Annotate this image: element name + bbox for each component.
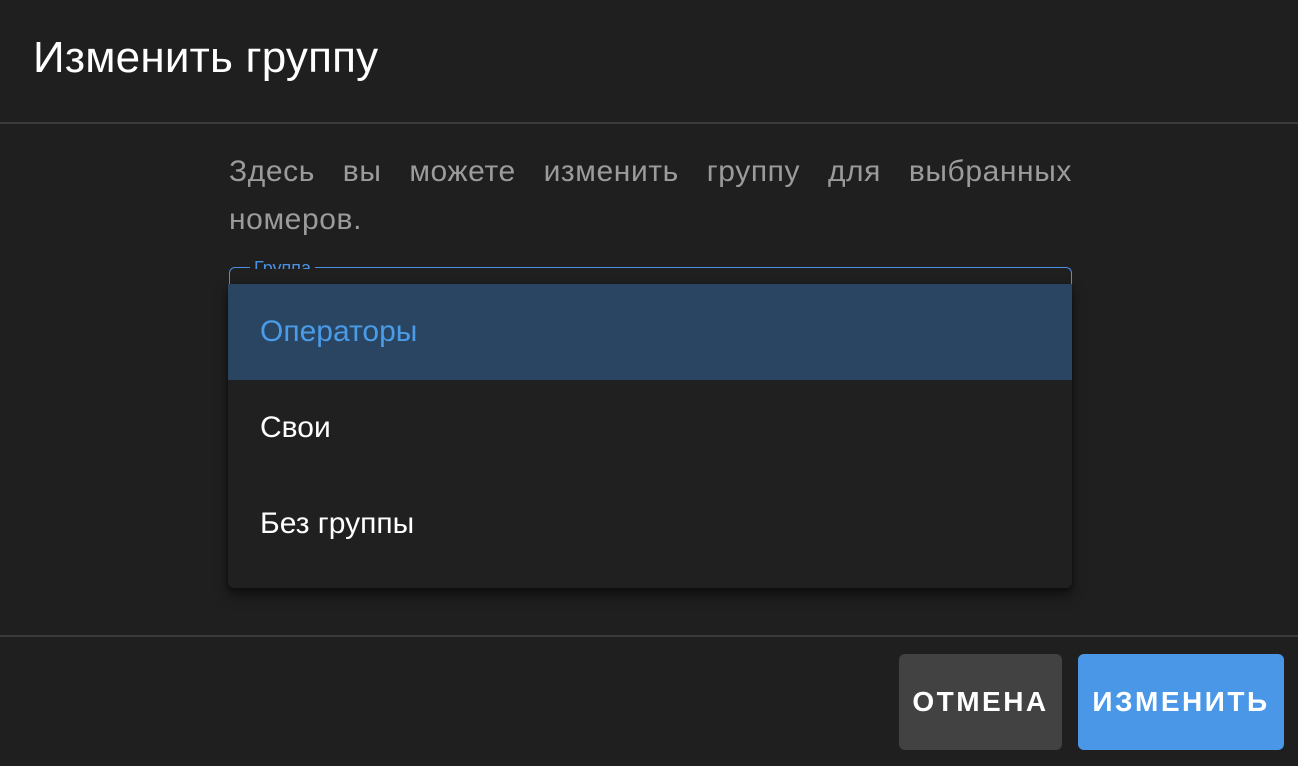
footer-divider bbox=[0, 635, 1298, 637]
group-select-label: Группа bbox=[250, 259, 316, 269]
change-group-dialog: Изменить группу Здесь вы можете изменить… bbox=[0, 0, 1298, 766]
dialog-description: Здесь вы можете изменить группу для выбр… bbox=[229, 155, 1072, 236]
dialog-title: Изменить группу bbox=[33, 33, 379, 82]
group-option-own[interactable]: Свои bbox=[228, 380, 1072, 476]
header-divider bbox=[0, 122, 1298, 124]
change-button[interactable]: ИЗМЕНИТЬ bbox=[1078, 654, 1284, 750]
group-option-no-group[interactable]: Без группы bbox=[228, 476, 1072, 572]
group-dropdown-menu: Операторы Свои Без группы bbox=[228, 284, 1072, 588]
group-option-operators[interactable]: Операторы bbox=[228, 284, 1072, 380]
cancel-button[interactable]: ОТМЕНА bbox=[899, 654, 1062, 750]
